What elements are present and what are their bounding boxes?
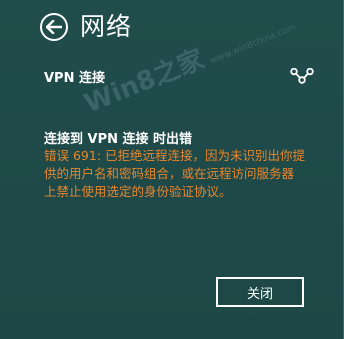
network-item-label: VPN 连接 bbox=[44, 70, 105, 86]
network-charm-panel: 网络 VPN 连接 Win8之家www.win8china.com 连接到 VP… bbox=[0, 0, 344, 339]
vpn-link-icon bbox=[290, 68, 314, 84]
close-button[interactable]: 关闭 bbox=[216, 277, 304, 307]
network-item-vpn[interactable]: VPN 连接 bbox=[44, 64, 314, 88]
back-arrow-icon bbox=[46, 20, 62, 34]
panel-header: 网络 bbox=[40, 9, 132, 45]
error-title: 连接到 VPN 连接 时出错 bbox=[44, 132, 193, 147]
error-message: 错误 691: 已拒绝远程连接，因为未识别出你提供的用户名和密码组合，或在远程访… bbox=[44, 148, 306, 199]
back-button[interactable] bbox=[40, 13, 68, 41]
page-title: 网络 bbox=[80, 12, 133, 41]
